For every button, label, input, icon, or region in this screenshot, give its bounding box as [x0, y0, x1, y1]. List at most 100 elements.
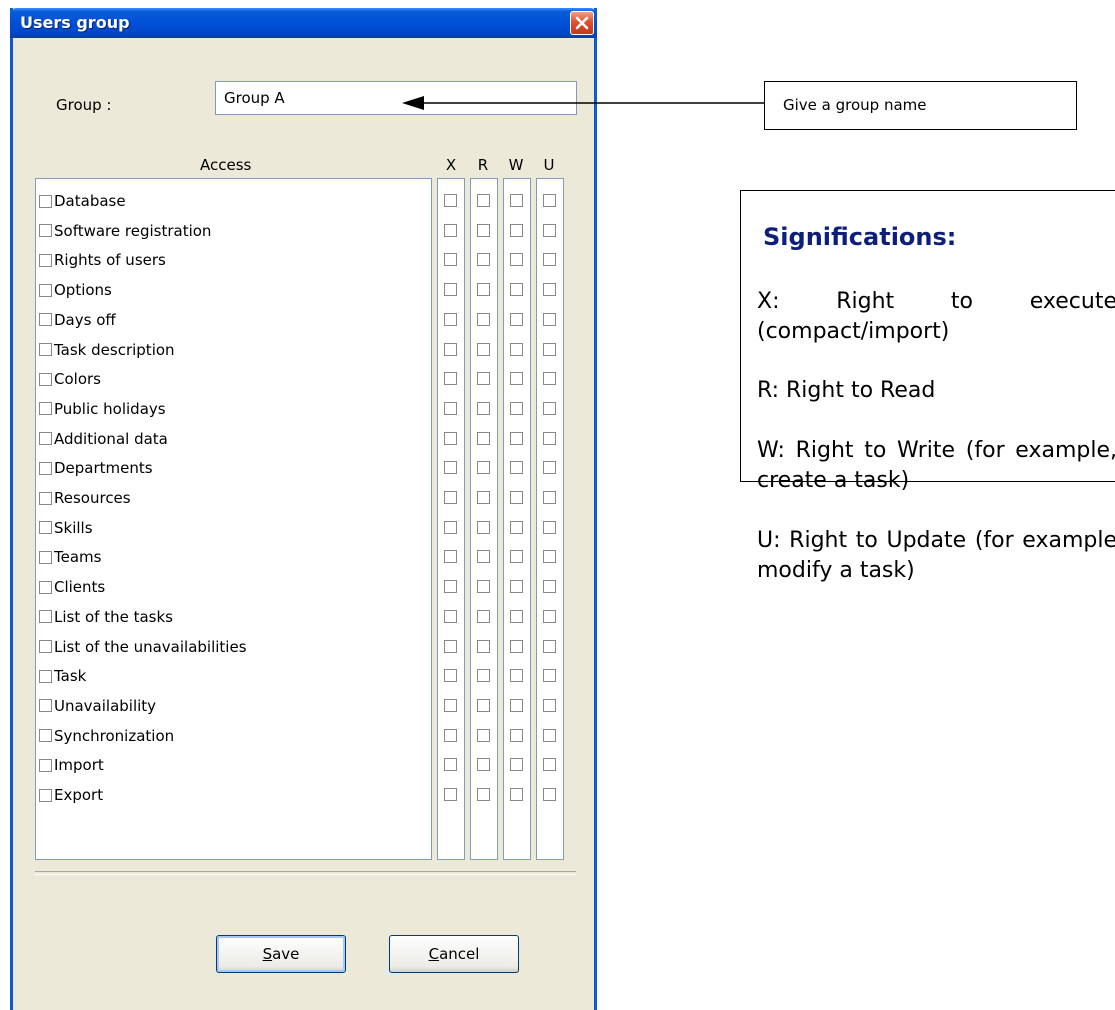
access-item[interactable]: Skills	[39, 516, 93, 540]
permission-checkbox-x[interactable]	[444, 431, 457, 445]
permission-checkbox-x[interactable]	[444, 312, 457, 326]
permission-checkbox-w[interactable]	[510, 342, 523, 356]
permission-checkbox-u[interactable]	[543, 669, 556, 683]
permission-checkbox-x[interactable]	[444, 491, 457, 504]
permission-checkbox-r[interactable]	[477, 253, 490, 267]
permission-checkbox-u[interactable]	[543, 609, 556, 623]
permission-checkbox-r[interactable]	[477, 491, 490, 504]
access-item[interactable]: Teams	[39, 545, 101, 569]
permission-checkbox-w[interactable]	[510, 194, 523, 207]
access-item[interactable]: Additional data	[39, 427, 168, 451]
access-item[interactable]: Departments	[39, 456, 153, 480]
permission-checkbox-r[interactable]	[477, 698, 490, 712]
access-checkbox[interactable]	[39, 402, 52, 416]
permission-checkbox-x[interactable]	[444, 728, 457, 742]
permission-checkbox-r[interactable]	[477, 580, 490, 594]
access-list[interactable]: Database Software registration Rights of u…	[35, 178, 432, 860]
permission-checkbox-u[interactable]	[543, 194, 556, 207]
permission-checkbox-w[interactable]	[510, 312, 523, 326]
permission-checkbox-r[interactable]	[477, 194, 490, 207]
permission-checkbox-r[interactable]	[477, 609, 490, 623]
access-checkbox[interactable]	[39, 758, 52, 772]
permission-checkbox-x[interactable]	[444, 253, 457, 267]
cancel-button[interactable]: Cancel	[389, 935, 519, 973]
access-checkbox[interactable]	[39, 343, 52, 356]
permission-checkbox-x[interactable]	[444, 550, 457, 564]
permission-checkbox-w[interactable]	[510, 431, 523, 445]
access-item[interactable]: Import	[39, 753, 104, 777]
permission-checkbox-u[interactable]	[543, 788, 556, 801]
permission-checkbox-x[interactable]	[444, 194, 457, 207]
permission-checkbox-r[interactable]	[477, 431, 490, 445]
permission-checkbox-u[interactable]	[543, 283, 556, 297]
permission-checkbox-w[interactable]	[510, 580, 523, 594]
permission-checkbox-w[interactable]	[510, 520, 523, 534]
permission-checkbox-x[interactable]	[444, 669, 457, 683]
permission-checkbox-r[interactable]	[477, 342, 490, 356]
permission-checkbox-x[interactable]	[444, 283, 457, 297]
permission-checkbox-x[interactable]	[444, 788, 457, 801]
access-checkbox[interactable]	[39, 224, 52, 238]
permission-checkbox-w[interactable]	[510, 223, 523, 237]
permission-checkbox-x[interactable]	[444, 698, 457, 712]
permission-checkbox-w[interactable]	[510, 698, 523, 712]
permission-checkbox-w[interactable]	[510, 669, 523, 683]
permission-checkbox-r[interactable]	[477, 788, 490, 801]
permission-checkbox-r[interactable]	[477, 728, 490, 742]
access-checkbox[interactable]	[39, 432, 52, 446]
access-checkbox[interactable]	[39, 669, 52, 683]
permission-checkbox-u[interactable]	[543, 223, 556, 237]
access-checkbox[interactable]	[39, 372, 52, 386]
permission-checkbox-w[interactable]	[510, 758, 523, 772]
access-checkbox[interactable]	[39, 788, 52, 802]
permission-checkbox-w[interactable]	[510, 639, 523, 653]
permission-checkbox-w[interactable]	[510, 788, 523, 801]
access-item[interactable]: List of the tasks	[39, 605, 173, 629]
access-checkbox[interactable]	[39, 461, 52, 475]
permission-checkbox-r[interactable]	[477, 401, 490, 415]
access-checkbox[interactable]	[39, 729, 52, 743]
permission-checkbox-r[interactable]	[477, 669, 490, 683]
access-checkbox[interactable]	[39, 640, 52, 653]
close-button[interactable]	[570, 11, 594, 35]
access-item[interactable]: Software registration	[39, 219, 211, 243]
access-item[interactable]: Resources	[39, 486, 131, 510]
save-button[interactable]: Save	[216, 935, 346, 973]
access-item[interactable]: Rights of users	[39, 248, 166, 272]
permission-checkbox-u[interactable]	[543, 372, 556, 386]
permission-checkbox-r[interactable]	[477, 520, 490, 534]
permission-checkbox-u[interactable]	[543, 342, 556, 356]
permission-checkbox-x[interactable]	[444, 609, 457, 623]
access-item[interactable]: List of the unavailabilities	[39, 635, 247, 659]
permission-checkbox-w[interactable]	[510, 491, 523, 504]
permission-checkbox-u[interactable]	[543, 520, 556, 534]
access-item[interactable]: Colors	[39, 367, 101, 391]
access-item[interactable]: Database	[39, 189, 126, 213]
permission-checkbox-x[interactable]	[444, 639, 457, 653]
permission-checkbox-x[interactable]	[444, 461, 457, 475]
access-checkbox[interactable]	[39, 580, 52, 594]
access-item[interactable]: Unavailability	[39, 694, 156, 718]
access-checkbox[interactable]	[39, 699, 52, 713]
permission-checkbox-w[interactable]	[510, 401, 523, 415]
access-item[interactable]: Clients	[39, 575, 105, 599]
permission-checkbox-w[interactable]	[510, 461, 523, 475]
permission-checkbox-r[interactable]	[477, 639, 490, 653]
access-checkbox[interactable]	[39, 521, 52, 535]
access-item[interactable]: Task	[39, 664, 86, 688]
permission-checkbox-x[interactable]	[444, 342, 457, 356]
permission-checkbox-r[interactable]	[477, 312, 490, 326]
permission-checkbox-u[interactable]	[543, 580, 556, 594]
permission-checkbox-w[interactable]	[510, 609, 523, 623]
permission-checkbox-x[interactable]	[444, 580, 457, 594]
permission-checkbox-x[interactable]	[444, 223, 457, 237]
permission-checkbox-r[interactable]	[477, 758, 490, 772]
permission-checkbox-x[interactable]	[444, 758, 457, 772]
permission-checkbox-u[interactable]	[543, 698, 556, 712]
access-item[interactable]: Export	[39, 783, 103, 807]
title-bar[interactable]: Users group	[10, 8, 597, 38]
access-item[interactable]: Task description	[39, 338, 175, 362]
permission-checkbox-w[interactable]	[510, 728, 523, 742]
access-item[interactable]: Days off	[39, 308, 116, 332]
permission-checkbox-w[interactable]	[510, 372, 523, 386]
